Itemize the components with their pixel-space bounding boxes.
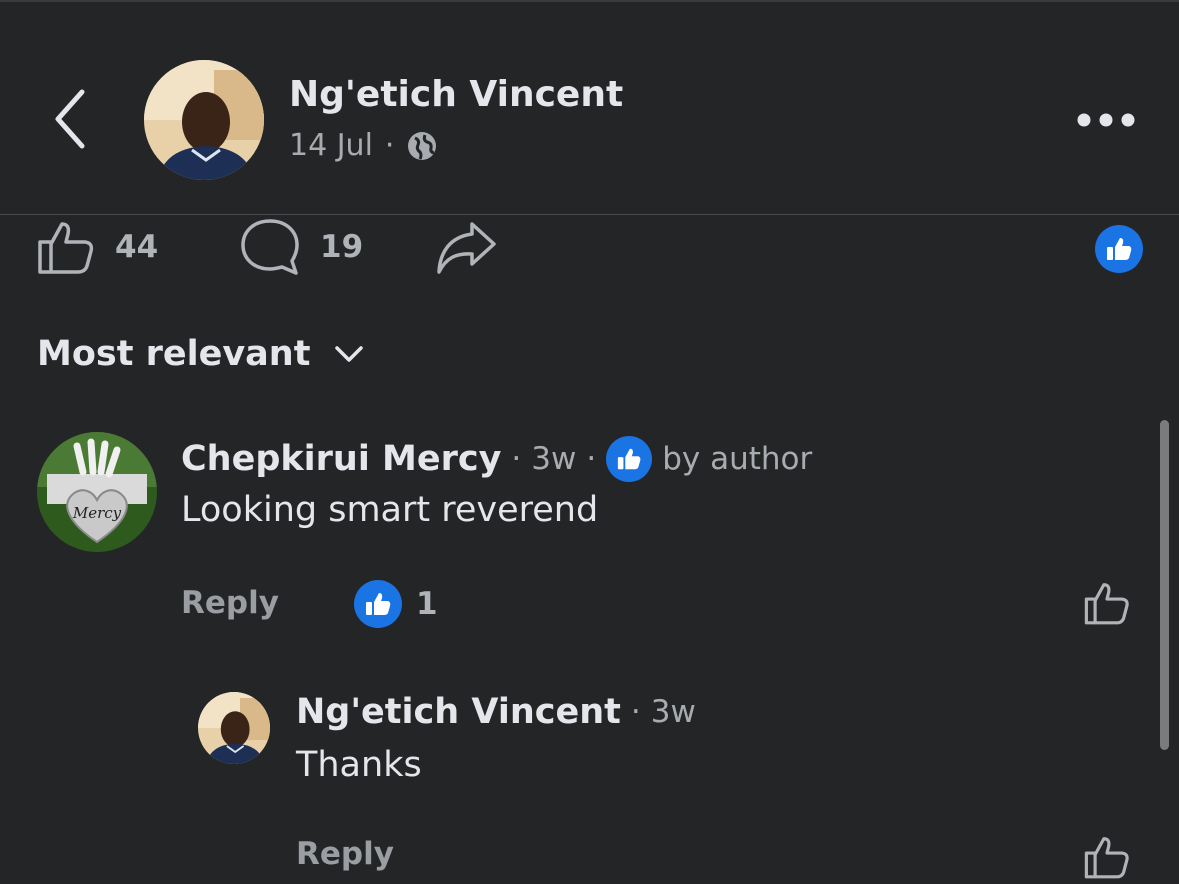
reaction-badge bbox=[354, 580, 402, 628]
by-author-label: by author bbox=[662, 441, 813, 477]
comment-action[interactable]: 19 bbox=[240, 218, 363, 276]
thumbs-up-badge-icon bbox=[1107, 238, 1132, 260]
back-button[interactable] bbox=[50, 86, 94, 150]
sort-label: Most relevant bbox=[37, 334, 311, 374]
sort-dropdown[interactable]: Most relevant bbox=[37, 334, 364, 374]
chevron-down-icon bbox=[335, 346, 364, 362]
comment-time[interactable]: 3w bbox=[531, 441, 576, 477]
more-options-button[interactable] bbox=[1076, 112, 1136, 128]
reply-time[interactable]: 3w bbox=[651, 694, 696, 730]
reply-button[interactable]: Reply bbox=[181, 585, 279, 621]
reply-text: Thanks bbox=[296, 745, 422, 785]
thumbs-up-outline-icon bbox=[1084, 583, 1129, 625]
reaction-count: 1 bbox=[416, 586, 438, 622]
post-author-name[interactable]: Ng'etich Vincent bbox=[289, 74, 623, 115]
reply-like-button[interactable] bbox=[1084, 834, 1130, 884]
top-border bbox=[0, 0, 1179, 2]
scrollbar[interactable] bbox=[1160, 420, 1169, 750]
meta-separator: · bbox=[384, 128, 395, 163]
thumbs-up-outline-icon bbox=[1084, 837, 1129, 879]
thumbs-up-badge-icon bbox=[366, 593, 391, 615]
share-action[interactable] bbox=[436, 220, 498, 276]
comment-text: Looking smart reverend bbox=[181, 490, 599, 530]
comment-reactions[interactable]: 1 bbox=[354, 580, 438, 628]
like-count: 44 bbox=[115, 229, 159, 265]
post-meta: 14 Jul · bbox=[289, 128, 438, 163]
comment-count: 19 bbox=[320, 229, 364, 265]
reply-button[interactable]: Reply bbox=[296, 836, 394, 872]
chevron-left-icon bbox=[55, 89, 85, 149]
post-reaction-badge[interactable] bbox=[1095, 225, 1143, 273]
reply-header: Ng'etich Vincent · 3w bbox=[296, 692, 696, 732]
reply-author-name[interactable]: Ng'etich Vincent bbox=[296, 692, 621, 732]
more-dots-icon bbox=[1077, 113, 1135, 127]
comment-like-button[interactable] bbox=[1084, 580, 1130, 630]
thumbs-up-outline-icon bbox=[38, 222, 94, 274]
like-action[interactable]: 44 bbox=[37, 218, 158, 276]
comment-header: Chepkirui Mercy · 3w · by author bbox=[181, 436, 812, 482]
thumbs-up-badge-icon bbox=[618, 448, 641, 470]
mercy-avatar-image: Mercy bbox=[37, 432, 157, 552]
reply-author-avatar[interactable] bbox=[198, 692, 270, 764]
author-photo bbox=[198, 692, 270, 764]
author-like-badge bbox=[606, 436, 653, 482]
header-divider bbox=[0, 214, 1179, 215]
share-arrow-icon bbox=[437, 222, 496, 274]
commenter-avatar[interactable]: Mercy bbox=[37, 432, 157, 552]
commenter-name[interactable]: Chepkirui Mercy bbox=[181, 439, 501, 479]
globe-icon bbox=[408, 131, 437, 160]
meta-separator: · bbox=[586, 441, 597, 477]
speech-bubble-icon bbox=[241, 219, 299, 275]
avatar-logo-text: Mercy bbox=[72, 504, 122, 522]
author-photo bbox=[144, 60, 264, 180]
meta-separator: · bbox=[630, 694, 641, 730]
post-author-avatar[interactable] bbox=[144, 60, 264, 180]
post-date[interactable]: 14 Jul bbox=[289, 128, 373, 163]
meta-separator: · bbox=[511, 441, 522, 477]
